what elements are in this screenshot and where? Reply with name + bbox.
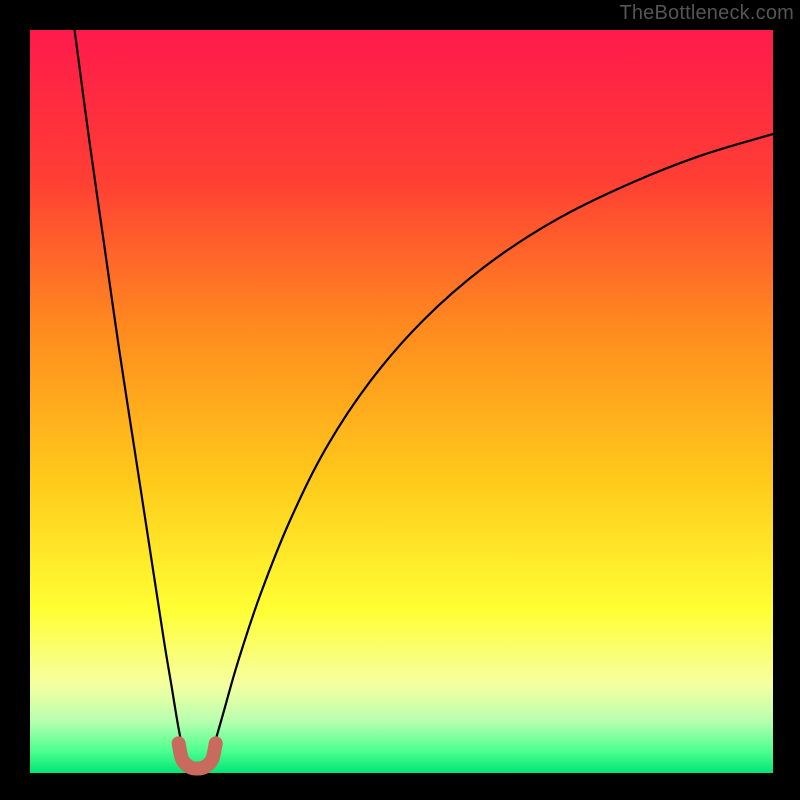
chart-frame: TheBottleneck.com xyxy=(0,0,800,800)
plot-background xyxy=(30,30,773,773)
bottleneck-chart xyxy=(0,0,800,800)
